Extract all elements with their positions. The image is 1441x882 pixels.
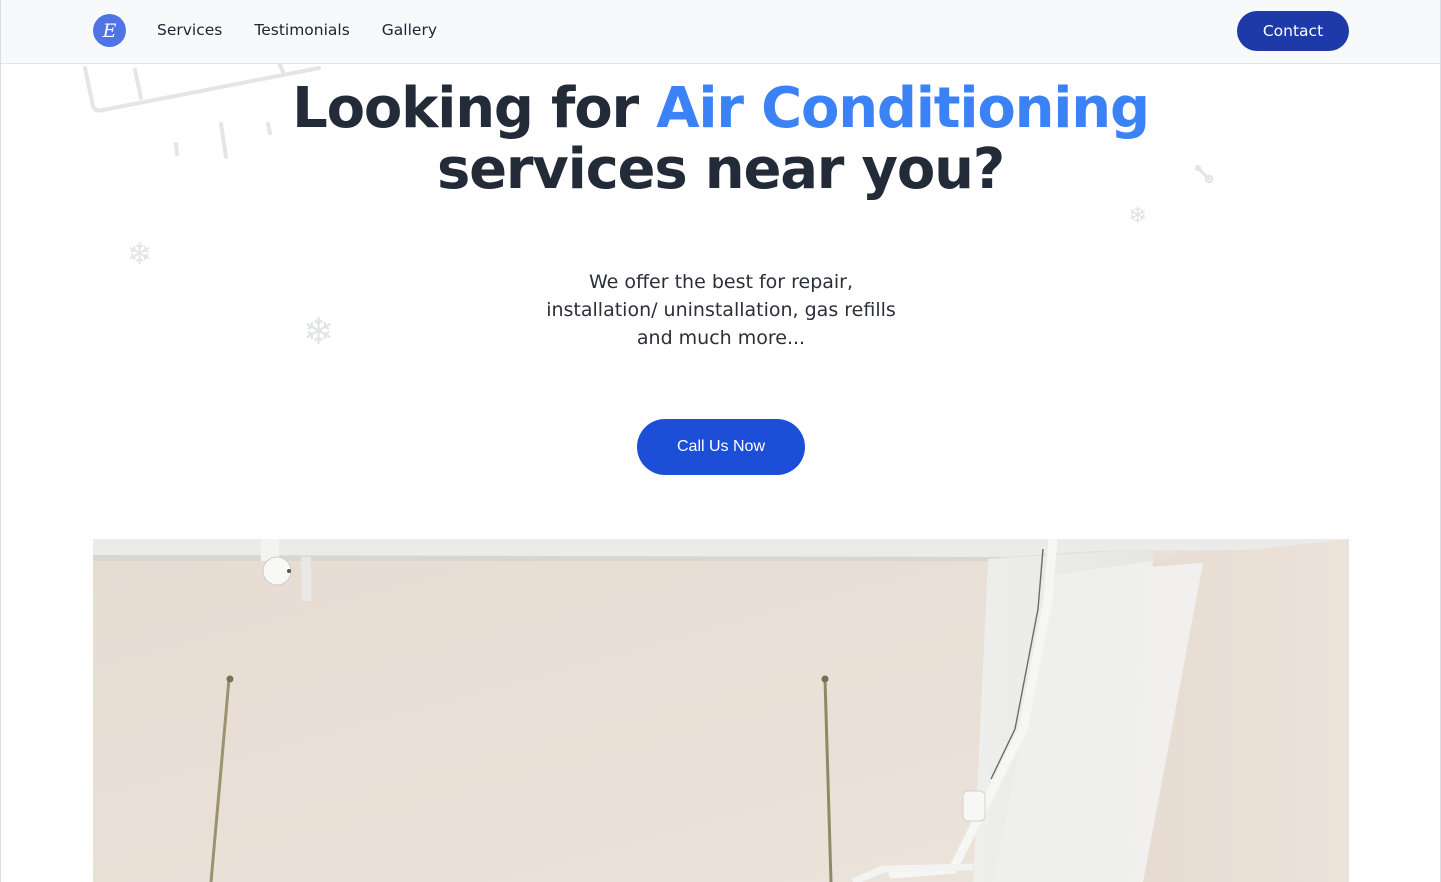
hero-subtitle-line1: We offer the best for repair, <box>588 271 854 293</box>
contact-button[interactable]: Contact <box>1237 11 1349 51</box>
nav-link-services[interactable]: Services <box>157 21 222 39</box>
snowflake-icon: ❄ <box>303 310 335 353</box>
nav-link-testimonials[interactable]: Testimonials <box>254 21 349 39</box>
nav-links: Services Testimonials Gallery <box>157 0 469 60</box>
logo-letter: E <box>102 19 117 42</box>
nav-link-gallery[interactable]: Gallery <box>382 21 437 39</box>
hero-title-accent: Air Conditioning <box>656 76 1150 141</box>
landing-page: E Services Testimonials Gallery Contact … <box>0 0 1441 882</box>
snowflake-icon: ❄ <box>1128 203 1148 229</box>
hero-title-part2: services near you? <box>436 137 1005 202</box>
call-us-now-button[interactable]: Call Us Now <box>637 419 805 475</box>
hero-subtitle-line3: and much more... <box>636 327 806 349</box>
snowflake-icon: ❄ <box>127 237 153 272</box>
brand-logo[interactable]: E <box>93 14 126 47</box>
hero-image <box>93 539 1349 882</box>
hero-title: Looking for Air Conditioning services ne… <box>1 78 1440 200</box>
ceiling-photo <box>93 539 1349 882</box>
hero-title-part1: Looking for <box>292 76 657 141</box>
top-navbar: E Services Testimonials Gallery Contact <box>1 0 1440 64</box>
hero-subtitle: We offer the best for repair, installati… <box>471 268 971 352</box>
hero-subtitle-line2: installation/ uninstallation, gas refill… <box>546 299 896 321</box>
